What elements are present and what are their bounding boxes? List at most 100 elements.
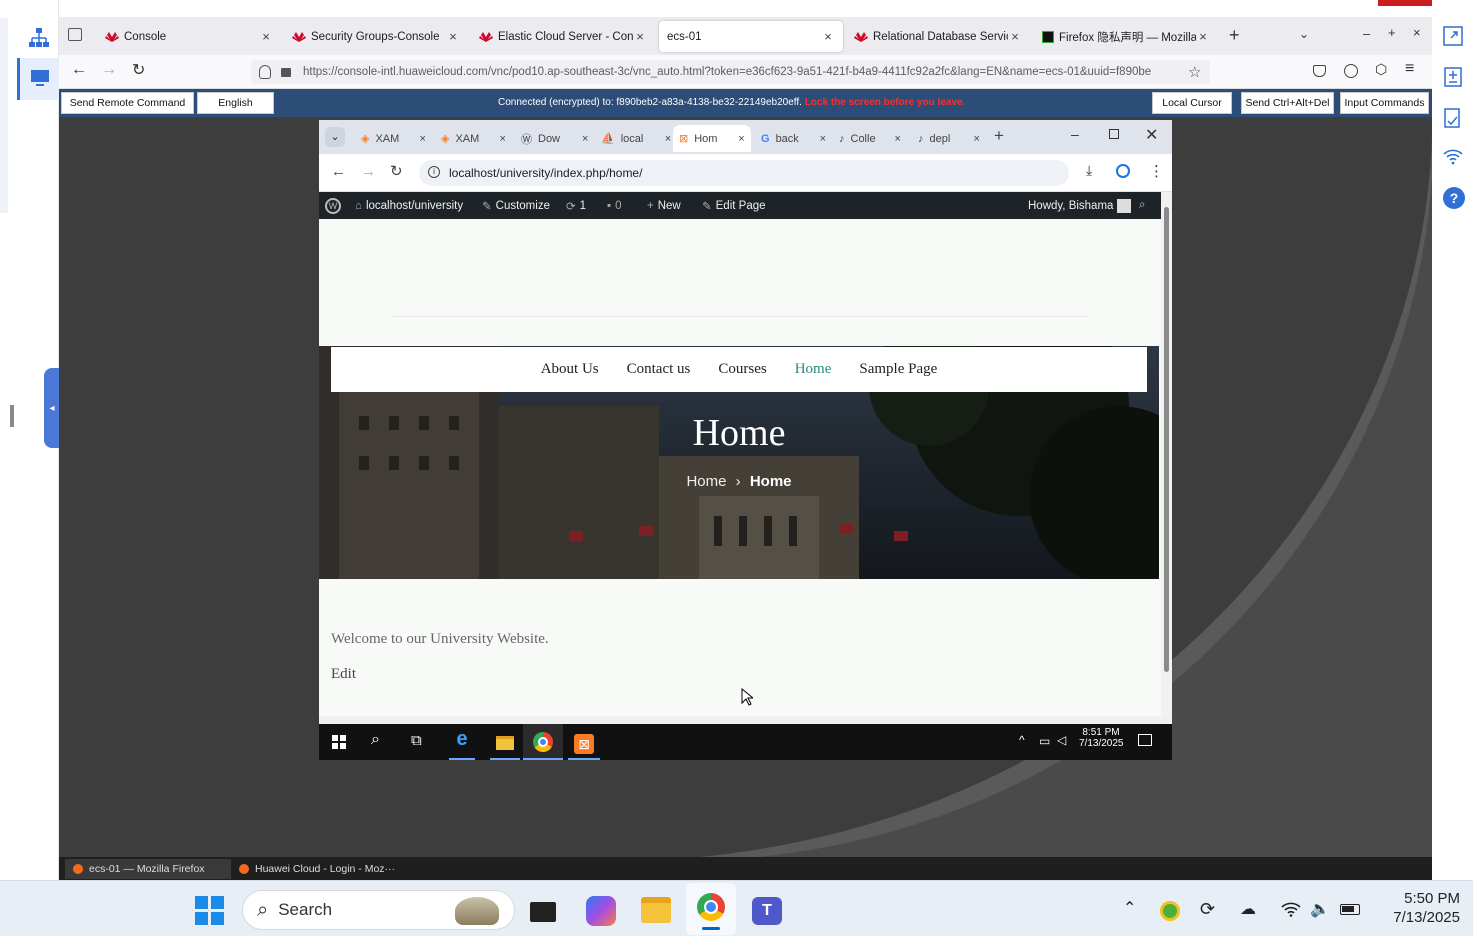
- site-info-icon[interactable]: i: [428, 166, 440, 178]
- wp-customize-link[interactable]: ✎ Customize: [482, 192, 550, 219]
- chrome-tab-xampp-1[interactable]: ◈ XAM ×: [355, 125, 435, 152]
- topology-icon[interactable]: [28, 27, 50, 49]
- tab-search-chevron-icon[interactable]: ⌄: [325, 127, 345, 147]
- search-icon[interactable]: ⌕: [1139, 192, 1145, 219]
- teams-icon[interactable]: T: [752, 897, 782, 925]
- ff-tab-elastic-cloud[interactable]: Elastic Cloud Server - Consol×: [471, 21, 655, 52]
- close-icon[interactable]: ×: [499, 133, 505, 145]
- ie-icon[interactable]: e: [449, 728, 475, 760]
- close-icon[interactable]: ×: [738, 133, 744, 145]
- chrome-tab-download[interactable]: Ⓦ Dow ×: [515, 125, 595, 152]
- cloud-offline-icon[interactable]: ☁: [1240, 899, 1256, 919]
- close-icon[interactable]: ×: [1196, 29, 1210, 44]
- refresh-sync-icon[interactable]: ⟳: [1200, 899, 1215, 920]
- extensions-icon[interactable]: ⬡: [1375, 61, 1387, 78]
- show-hidden-icons-chevron-icon[interactable]: ⌃: [1123, 898, 1136, 918]
- close-icon[interactable]: ×: [259, 29, 273, 44]
- nav-contact-us[interactable]: Contact us: [627, 361, 691, 378]
- expand-icon[interactable]: [1443, 26, 1463, 46]
- collapse-panel-icon[interactable]: ◂: [44, 368, 60, 448]
- task-view-icon[interactable]: ⧉: [411, 732, 422, 749]
- profile-icon[interactable]: [1116, 164, 1130, 178]
- reload-icon[interactable]: ↻: [132, 60, 145, 80]
- forward-icon[interactable]: →: [101, 61, 117, 79]
- remote-clock[interactable]: 8:51 PM 7/13/2025: [1079, 727, 1124, 749]
- page-scrollbar[interactable]: [1161, 192, 1172, 716]
- close-icon[interactable]: ×: [1008, 29, 1022, 44]
- list-tabs-chevron-icon[interactable]: ⌄: [1299, 27, 1309, 41]
- close-icon[interactable]: ×: [665, 133, 671, 145]
- forward-icon[interactable]: →: [361, 163, 376, 180]
- close-icon[interactable]: ×: [446, 29, 460, 44]
- nav-courses[interactable]: Courses: [718, 361, 766, 378]
- wp-updates-link[interactable]: ⟳ 1: [566, 192, 586, 219]
- chrome-url-bar[interactable]: i localhost/university/index.php/home/: [419, 160, 1069, 186]
- language-select[interactable]: English: [197, 92, 274, 114]
- copilot-icon[interactable]: [586, 896, 616, 926]
- close-icon[interactable]: ×: [974, 133, 980, 145]
- input-commands-button[interactable]: Input Commands: [1340, 92, 1429, 114]
- reload-icon[interactable]: ↻: [390, 162, 403, 180]
- network-icon[interactable]: ▭: [1039, 734, 1050, 748]
- chrome-taskbar-icon[interactable]: [523, 724, 563, 760]
- xampp-taskbar-icon[interactable]: ⊠: [568, 728, 600, 760]
- close-icon[interactable]: ×: [419, 133, 425, 145]
- notifications-icon[interactable]: [1138, 734, 1152, 746]
- wp-howdy-menu[interactable]: Howdy, Bishama: [1028, 192, 1132, 219]
- file-explorer-icon[interactable]: [490, 728, 520, 760]
- edit-link[interactable]: Edit: [331, 666, 356, 683]
- chrome-tab-xampp-2[interactable]: ◈ XAM ×: [435, 125, 515, 152]
- volume-icon[interactable]: 🔈: [1310, 899, 1330, 919]
- host-clock[interactable]: 5:50 PM 7/13/2025: [1370, 890, 1460, 926]
- chrome-tab-google[interactable]: Gback ×: [755, 125, 835, 152]
- minimize-icon[interactable]: –: [1071, 126, 1079, 142]
- sync-app-icon[interactable]: [1160, 901, 1180, 921]
- nav-about-us[interactable]: About Us: [541, 361, 599, 378]
- nav-home[interactable]: Home: [795, 361, 832, 378]
- chrome-tab-home[interactable]: ⊠ Hom ×: [673, 125, 751, 152]
- remote-task-huawei-login[interactable]: Huawei Cloud - Login - Moz···: [231, 859, 401, 879]
- chrome-menu-icon[interactable]: ⋮: [1149, 162, 1164, 180]
- add-panel-icon[interactable]: [1443, 66, 1463, 88]
- firefox-url-bar[interactable]: https://console-intl.huaweicloud.com/vnc…: [251, 60, 1210, 84]
- ff-tab-console[interactable]: Console ×: [97, 21, 281, 52]
- help-icon[interactable]: ?: [1443, 187, 1465, 209]
- menu-icon[interactable]: ≡: [1405, 60, 1414, 78]
- scrollbar-thumb[interactable]: [1164, 207, 1169, 672]
- wp-new-link[interactable]: + New: [647, 192, 681, 219]
- nav-sample-page[interactable]: Sample Page: [859, 361, 937, 378]
- ff-tab-privacy[interactable]: Firefox 隐私声明 — Mozilla ×: [1034, 21, 1218, 52]
- close-icon[interactable]: ×: [820, 133, 826, 145]
- remote-task-ecs01[interactable]: ecs-01 — Mozilla Firefox: [65, 859, 231, 879]
- chrome-tab-deploy[interactable]: ♪ depl ×: [912, 125, 992, 152]
- bookmark-star-icon[interactable]: ☆: [1188, 63, 1201, 81]
- local-cursor-button[interactable]: Local Cursor: [1152, 92, 1232, 114]
- chrome-tab-localhost[interactable]: ⛵ local ×: [595, 125, 675, 152]
- new-tab-icon[interactable]: +: [994, 126, 1004, 146]
- taskbar-search-box[interactable]: ⌕ Search: [242, 890, 515, 930]
- close-icon[interactable]: ×: [582, 133, 588, 145]
- breadcrumb-home-link[interactable]: Home: [686, 473, 726, 490]
- search-icon[interactable]: ⌕: [371, 731, 380, 749]
- tab-manager-icon[interactable]: [68, 28, 82, 41]
- new-tab-icon[interactable]: +: [1229, 25, 1240, 46]
- ff-tab-ecs-01[interactable]: ecs-01 ×: [659, 21, 843, 52]
- minimize-icon[interactable]: –: [1363, 26, 1370, 41]
- wp-edit-page-link[interactable]: ✎ Edit Page: [702, 192, 766, 219]
- battery-icon[interactable]: [1340, 904, 1360, 915]
- shield-icon[interactable]: [259, 65, 271, 79]
- edit-checklist-icon[interactable]: [1443, 107, 1463, 129]
- ff-tab-rds[interactable]: Relational Database Service -×: [846, 21, 1030, 52]
- task-view-icon[interactable]: [530, 902, 556, 922]
- maximize-icon[interactable]: +: [1388, 25, 1396, 40]
- close-window-icon[interactable]: ×: [1413, 25, 1421, 40]
- wp-site-link[interactable]: ⌂ localhost/university: [355, 192, 463, 219]
- close-icon[interactable]: ×: [821, 29, 835, 44]
- ff-tab-security-groups[interactable]: Security Groups-Console ×: [284, 21, 468, 52]
- wordpress-logo-icon[interactable]: W: [325, 192, 341, 219]
- close-icon[interactable]: ×: [895, 133, 901, 145]
- wp-comments-link[interactable]: ▪ 0: [607, 192, 621, 219]
- show-hidden-icons-chevron-icon[interactable]: ^: [1019, 733, 1025, 747]
- close-window-icon[interactable]: ✕: [1145, 125, 1158, 145]
- file-explorer-icon[interactable]: [641, 897, 671, 923]
